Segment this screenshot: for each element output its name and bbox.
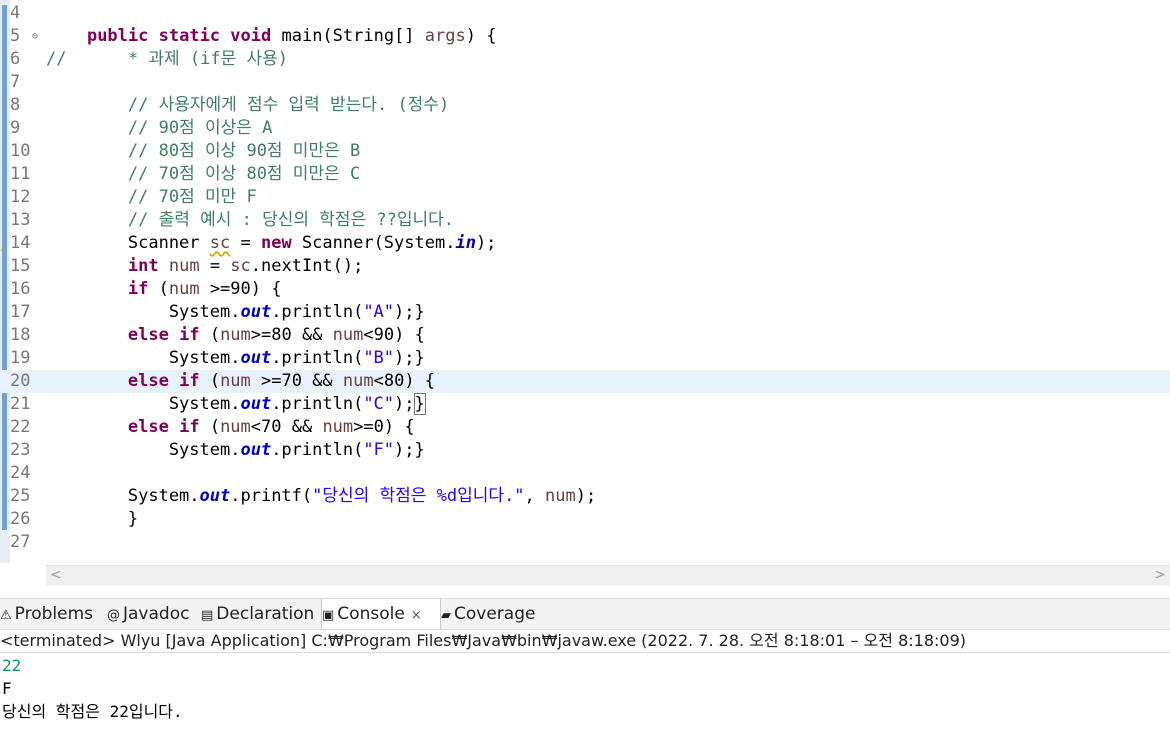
line-number: 25 [10,486,31,506]
line-number: 13 [10,210,31,230]
tab-label: Problems [14,604,94,624]
code-text[interactable]: int num = sc.nextInt(); [46,255,363,278]
console-input-line: 22 [2,656,22,675]
bottom-panel-tabs: ⚠ Problems @ Javadoc ▤ Declaration ▣ Console × ▰ C… [0,598,1170,630]
code-text[interactable]: // 90점 이상은 A [46,117,272,140]
tab-label: Coverage [454,604,536,624]
code-line[interactable]: 27 [0,531,1170,554]
tab-console[interactable]: ▣ Console × [321,599,441,629]
code-text[interactable]: else if (num>=80 && num<90) { [46,324,425,347]
code-text[interactable]: } [46,508,138,531]
code-line[interactable]: 5 ⊖ public static void main(String[] args… [0,25,1170,48]
tab-javadoc[interactable]: @ Javadoc [107,599,199,629]
tab-coverage[interactable]: ▰ Coverage [441,599,551,629]
line-number: 17 [10,302,31,322]
javadoc-icon: @ [107,608,120,623]
code-text[interactable]: System.out.printf("당신의 학점은 %d입니다.", num)… [46,485,596,508]
code-text[interactable]: // 출력 예시 : 당신의 학점은 ??입니다. [46,209,454,232]
line-number: 6 [10,49,21,69]
scroll-right-icon[interactable]: > [1154,567,1166,583]
declaration-icon: ▤ [201,608,214,623]
code-text[interactable]: if (num >=90) { [46,278,282,301]
scroll-left-icon[interactable]: < [50,567,62,583]
code-text[interactable]: // 70점 이상 80점 미만은 C [46,163,360,186]
code-line[interactable]: 26 } [0,508,1170,531]
code-text[interactable]: System.out.println("F");} [46,439,425,462]
code-line[interactable]: 6 // * 과제 (if문 사용) [0,48,1170,71]
line-number: 12 [10,187,31,207]
tab-declaration[interactable]: ▤ Declaration [201,599,319,629]
console-output-line: 당신의 학점은 22입니다. [2,702,183,721]
line-number: 27 [10,532,31,552]
code-line[interactable]: 13 // 출력 예시 : 당신의 학점은 ??입니다. [0,209,1170,232]
code-text[interactable]: System.out.println("B");} [46,347,425,370]
code-text[interactable]: // * 과제 (if문 사용) [46,48,288,71]
coverage-icon: ▰ [441,608,451,623]
line-number: 8 [10,95,21,115]
code-line[interactable]: 20 else if (num >=70 && num<80) { [0,370,1170,393]
line-number: 7 [10,72,21,92]
console-icon: ▣ [322,608,335,623]
line-number: 10 [10,141,31,161]
code-text[interactable]: else if (num<70 && num>=0) { [46,416,415,439]
code-line[interactable]: 21 System.out.println("C");} [0,393,1170,416]
tab-label: Console [337,604,405,624]
line-number: 4 [10,3,21,23]
console-output[interactable]: 22 F 당신의 학점은 22입니다. [0,654,1170,729]
code-line[interactable]: 12 // 70점 미만 F [0,186,1170,209]
line-number: 14 [10,233,31,253]
horizontal-scrollbar[interactable]: < > [46,565,1170,586]
close-icon[interactable]: × [411,608,422,623]
line-number: 26 [10,509,31,529]
code-line[interactable]: 16 if (num >=90) { [0,278,1170,301]
code-text[interactable]: // 70점 미만 F [46,186,257,209]
tab-label: Declaration [216,604,315,624]
line-number: 19 [10,348,31,368]
line-number: 18 [10,325,31,345]
code-line[interactable]: 11 // 70점 이상 80점 미만은 C [0,163,1170,186]
code-line[interactable]: 22 else if (num<70 && num>=0) { [0,416,1170,439]
code-text[interactable]: else if (num >=70 && num<80) { [46,370,435,393]
fold-toggle-icon[interactable]: ⊖ [32,25,38,48]
code-line[interactable]: 25 System.out.printf("당신의 학점은 %d입니다.", n… [0,485,1170,508]
console-output-line: F [2,679,12,698]
problems-icon: ⚠ [0,608,12,623]
code-line[interactable]: 19 System.out.println("B");} [0,347,1170,370]
code-line[interactable]: 8 // 사용자에게 점수 입력 받는다. (정수) [0,94,1170,117]
code-text[interactable]: // 80점 이상 90점 미만은 B [46,140,360,163]
code-line[interactable]: 10 // 80점 이상 90점 미만은 B [0,140,1170,163]
line-number: 22 [10,417,31,437]
code-text[interactable]: System.out.println("C");} [46,393,426,416]
line-number: 23 [10,440,31,460]
line-number: 24 [10,463,31,483]
code-line[interactable]: 24 [0,462,1170,485]
line-number: 15 [10,256,31,276]
code-text[interactable]: // 사용자에게 점수 입력 받는다. (정수) [46,94,449,117]
code-line[interactable]: 15 int num = sc.nextInt(); [0,255,1170,278]
console-status: <terminated> Wlyu [Java Application] C:₩… [0,630,1170,653]
code-text[interactable]: public static void main(String[] args) { [46,25,497,48]
code-line[interactable]: 4 [0,2,1170,25]
code-line[interactable]: 14 ⚠ Scanner sc = new Scanner(System.in); [0,232,1170,255]
line-number: 11 [10,164,31,184]
line-number: 9 [10,118,21,138]
code-text[interactable]: Scanner sc = new Scanner(System.in); [46,232,497,255]
code-editor[interactable]: 4 5 ⊖ public static void main(String[] arg… [0,0,1170,563]
tab-problems[interactable]: ⚠ Problems [0,599,105,629]
code-line[interactable]: 9 // 90점 이상은 A [0,117,1170,140]
code-line[interactable]: 18 else if (num>=80 && num<90) { [0,324,1170,347]
tab-label: Javadoc [123,604,190,624]
line-number: 16 [10,279,31,299]
line-number: 20 [10,371,31,391]
line-number: 21 [10,394,31,414]
code-line[interactable]: 17 System.out.println("A");} [0,301,1170,324]
code-line[interactable]: 23 System.out.println("F");} [0,439,1170,462]
code-text[interactable]: System.out.println("A");} [46,301,425,324]
code-line[interactable]: 7 [0,71,1170,94]
